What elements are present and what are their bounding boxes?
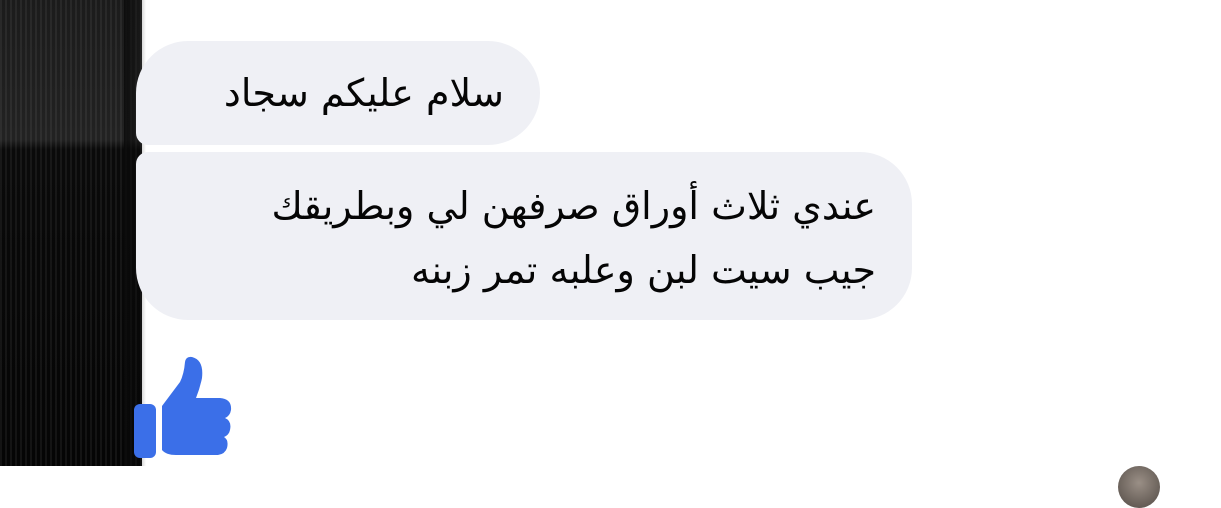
message-text-line-1: عندي ثلاث أوراق صرفهن لي وبطريقك xyxy=(271,184,876,228)
message-text-line-2: جيب سيت لبن وعلبه تمر زبنه xyxy=(411,248,876,292)
thumbs-up-icon[interactable] xyxy=(132,354,236,460)
redacted-area xyxy=(0,0,146,466)
message-bubble-greeting[interactable]: سلام عليكم سجاد xyxy=(136,41,540,145)
message-text: سلام عليكم سجاد xyxy=(223,71,504,115)
message-bubble-request[interactable]: عندي ثلاث أوراق صرفهن لي وبطريقك جيب سيت… xyxy=(136,152,912,320)
avatar xyxy=(1118,466,1160,508)
